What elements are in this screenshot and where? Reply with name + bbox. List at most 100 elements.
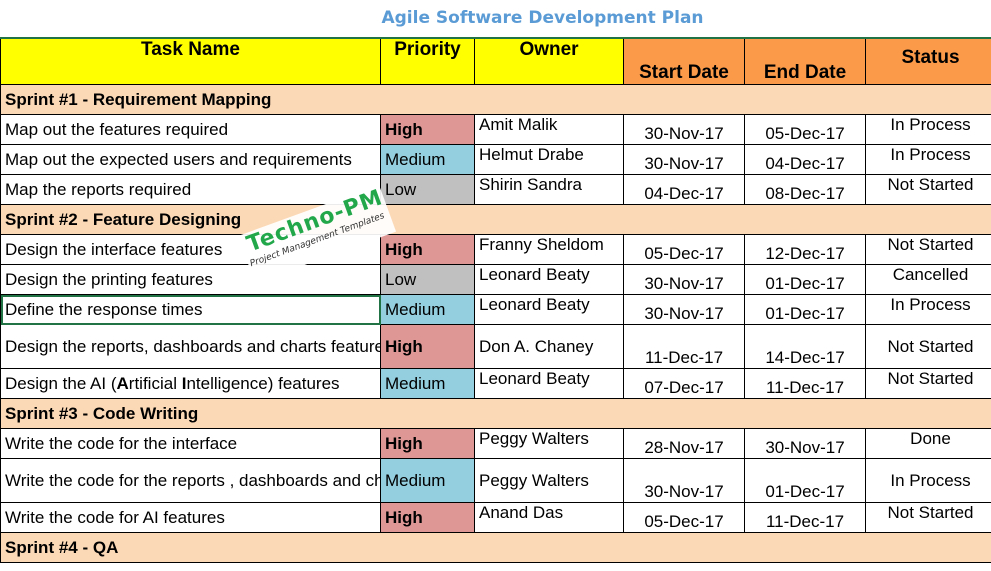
start-date-cell[interactable]: 28-Nov-17 <box>623 428 745 459</box>
task-name-cell[interactable]: Map out the expected users and requireme… <box>0 144 381 175</box>
task-name-cell[interactable]: Design the printing features <box>0 264 381 295</box>
owner-cell[interactable]: Leonard Beaty <box>474 368 624 399</box>
sprint-empty-cell[interactable] <box>865 398 991 429</box>
sprint-empty-cell[interactable] <box>380 84 475 115</box>
owner-cell[interactable]: Peggy Walters <box>474 428 624 459</box>
task-name-cell[interactable]: Define the response times <box>0 294 381 325</box>
end-date-cell[interactable]: 08-Dec-17 <box>744 174 866 205</box>
status-cell[interactable]: In Process <box>865 458 991 503</box>
sprint-empty-cell[interactable] <box>623 84 745 115</box>
sprint-empty-cell[interactable] <box>865 84 991 115</box>
status-cell[interactable]: Not Started <box>865 234 991 265</box>
task-row: Map out the expected users and requireme… <box>0 144 991 175</box>
status-cell[interactable]: Not Started <box>865 174 991 205</box>
task-name-cell[interactable]: Write the code for the reports , dashboa… <box>0 458 381 503</box>
sprint-empty-cell[interactable] <box>474 84 624 115</box>
sprint-empty-cell[interactable] <box>623 532 745 563</box>
priority-cell[interactable]: Medium <box>380 294 475 325</box>
end-date-cell[interactable]: 04-Dec-17 <box>744 144 866 175</box>
sprint-header-row: Sprint #3 - Code Writing <box>0 398 991 429</box>
status-cell[interactable]: Not Started <box>865 368 991 399</box>
priority-cell[interactable]: Medium <box>380 368 475 399</box>
header-row: Task Name Priority Owner Start Date End … <box>0 37 991 85</box>
start-date-cell[interactable]: 04-Dec-17 <box>623 174 745 205</box>
task-name-cell[interactable]: Design the reports, dashboards and chart… <box>0 324 381 369</box>
priority-cell[interactable]: High <box>380 114 475 145</box>
task-name-cell[interactable]: Map the reports required <box>0 174 381 205</box>
start-date-cell[interactable]: 30-Nov-17 <box>623 458 745 503</box>
sprint-title[interactable]: Sprint #1 - Requirement Mapping <box>0 84 381 115</box>
start-date-cell[interactable]: 30-Nov-17 <box>623 294 745 325</box>
priority-cell[interactable]: High <box>380 502 475 533</box>
sheet-title: Agile Software Development Plan <box>381 8 704 28</box>
start-date-cell[interactable]: 11-Dec-17 <box>623 324 745 369</box>
sprint-empty-cell[interactable] <box>380 532 475 563</box>
start-date-cell[interactable]: 05-Dec-17 <box>623 502 745 533</box>
start-date-cell[interactable]: 30-Nov-17 <box>623 264 745 295</box>
owner-cell[interactable]: Amit Malik <box>474 114 624 145</box>
end-date-cell[interactable]: 05-Dec-17 <box>744 114 866 145</box>
owner-cell[interactable]: Leonard Beaty <box>474 264 624 295</box>
header-end-date[interactable]: End Date <box>744 37 866 85</box>
owner-cell[interactable]: Peggy Walters <box>474 458 624 503</box>
header-owner[interactable]: Owner <box>474 37 624 85</box>
status-cell[interactable]: Cancelled <box>865 264 991 295</box>
priority-cell[interactable]: Medium <box>380 144 475 175</box>
status-cell[interactable]: In Process <box>865 144 991 175</box>
end-date-cell[interactable]: 12-Dec-17 <box>744 234 866 265</box>
sprint-empty-cell[interactable] <box>623 398 745 429</box>
task-name-cell[interactable]: Design the AI (Artificial Intelligence) … <box>0 368 381 399</box>
status-cell[interactable]: Not Started <box>865 324 991 369</box>
sprint-empty-cell[interactable] <box>865 532 991 563</box>
status-cell[interactable]: Done <box>865 428 991 459</box>
priority-cell[interactable]: High <box>380 234 475 265</box>
end-date-cell[interactable]: 01-Dec-17 <box>744 458 866 503</box>
priority-cell[interactable]: High <box>380 428 475 459</box>
sprint-title[interactable]: Sprint #3 - Code Writing <box>0 398 381 429</box>
start-date-cell[interactable]: 30-Nov-17 <box>623 144 745 175</box>
sprint-empty-cell[interactable] <box>865 204 991 235</box>
sprint-empty-cell[interactable] <box>474 532 624 563</box>
end-date-cell[interactable]: 11-Dec-17 <box>744 502 866 533</box>
header-task-name[interactable]: Task Name <box>0 37 381 85</box>
task-name-cell[interactable]: Write the code for AI features <box>0 502 381 533</box>
owner-cell[interactable]: Helmut Drabe <box>474 144 624 175</box>
owner-cell[interactable]: Shirin Sandra <box>474 174 624 205</box>
priority-cell[interactable]: Medium <box>380 458 475 503</box>
sprint-empty-cell[interactable] <box>623 204 745 235</box>
sprint-empty-cell[interactable] <box>744 204 866 235</box>
header-status[interactable]: Status <box>865 37 991 85</box>
task-row: Define the response times Medium Leonard B… <box>0 294 991 325</box>
sprint-empty-cell[interactable] <box>744 398 866 429</box>
status-cell[interactable]: In Process <box>865 294 991 325</box>
header-priority[interactable]: Priority <box>380 37 475 85</box>
sprint-empty-cell[interactable] <box>380 398 475 429</box>
header-start-date[interactable]: Start Date <box>623 37 745 85</box>
owner-cell[interactable]: Franny Sheldom <box>474 234 624 265</box>
sprint-header-row: Sprint #4 - QA <box>0 532 991 563</box>
sprint-empty-cell[interactable] <box>744 84 866 115</box>
owner-cell[interactable]: Leonard Beaty <box>474 294 624 325</box>
status-cell[interactable]: In Process <box>865 114 991 145</box>
task-name-cell[interactable]: Write the code for the interface <box>0 428 381 459</box>
start-date-cell[interactable]: 05-Dec-17 <box>623 234 745 265</box>
sprint-empty-cell[interactable] <box>474 398 624 429</box>
status-cell[interactable]: Not Started <box>865 502 991 533</box>
sprint-empty-cell[interactable] <box>474 204 624 235</box>
end-date-cell[interactable]: 11-Dec-17 <box>744 368 866 399</box>
end-date-cell[interactable]: 01-Dec-17 <box>744 294 866 325</box>
sprint-empty-cell[interactable] <box>744 532 866 563</box>
sprint-title[interactable]: Sprint #4 - QA <box>0 532 381 563</box>
task-name-cell[interactable]: Map out the features required <box>0 114 381 145</box>
start-date-cell[interactable]: 07-Dec-17 <box>623 368 745 399</box>
start-date-cell[interactable]: 30-Nov-17 <box>623 114 745 145</box>
sprint-header-row: Sprint #2 - Feature Designing <box>0 204 991 235</box>
priority-cell[interactable]: Low <box>380 174 475 205</box>
end-date-cell[interactable]: 30-Nov-17 <box>744 428 866 459</box>
end-date-cell[interactable]: 01-Dec-17 <box>744 264 866 295</box>
end-date-cell[interactable]: 14-Dec-17 <box>744 324 866 369</box>
owner-cell[interactable]: Anand Das <box>474 502 624 533</box>
priority-cell[interactable]: High <box>380 324 475 369</box>
owner-cell[interactable]: Don A. Chaney <box>474 324 624 369</box>
priority-cell[interactable]: Low <box>380 264 475 295</box>
